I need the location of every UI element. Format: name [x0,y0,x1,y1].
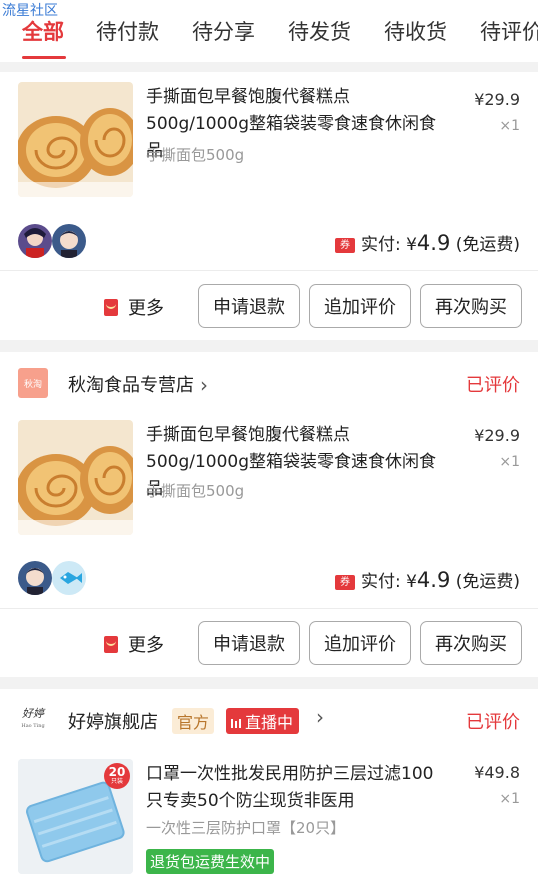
watermark: 流星社区 [2,3,58,19]
active-tab-indicator [22,56,66,59]
buy-again-button[interactable]: 再次购买 [420,284,522,328]
order-tabs: 全部 待付款 待分享 待发货 待收货 待评价 [0,0,538,62]
product-price: ¥49.8 [474,763,520,782]
more-button[interactable]: 更多 [104,294,164,320]
tab-pending-share[interactable]: 待分享 [192,16,255,46]
shop-name[interactable]: 好婷旗舰店 [68,708,158,734]
action-row: 更多 申请退款 追加评价 再次购买 [0,609,538,677]
product-quantity: ×1 [499,454,520,470]
product-quantity: ×1 [499,791,520,807]
order-status: 已评价 [466,375,520,396]
order-card: 好婷 Hao Ting 好婷旗舰店 官方 直播中 › 已评价 20 只装 口罩一次性… [0,689,538,891]
tab-pending-receipt[interactable]: 待收货 [384,16,447,46]
paid-amount: 券实付: ¥4.9 (免运费) [334,230,520,255]
shop-logo: 秋淘 [18,368,48,398]
chevron-right-icon: › [200,373,208,397]
coupon-icon: 券 [334,575,355,590]
divider [0,270,538,271]
official-badge: 官方 [172,708,215,734]
shop-logo: 好婷 Hao Ting [21,707,45,730]
red-envelope-icon [104,299,118,316]
avatar[interactable] [52,561,86,595]
add-review-button[interactable]: 追加评价 [309,284,411,328]
more-button[interactable]: 更多 [104,631,164,657]
product-price: ¥29.9 [474,90,520,109]
product-row[interactable]: 20 只装 口罩一次性批发民用防护三层过滤100只专卖50个防尘现货非医用 一次性… [0,751,538,879]
avatar[interactable] [52,224,86,258]
add-review-button[interactable]: 追加评价 [309,621,411,665]
product-image-bread[interactable] [18,420,133,535]
live-badge[interactable]: 直播中 [226,708,300,734]
tab-pending-shipment[interactable]: 待发货 [288,16,351,46]
tab-pending-payment[interactable]: 待付款 [96,16,159,46]
action-row: 更多 申请退款 追加评价 再次购买 [0,272,538,340]
refund-button[interactable]: 申请退款 [198,621,300,665]
avatar[interactable] [18,561,52,595]
tab-all[interactable]: 全部 [22,16,64,46]
red-envelope-icon [104,636,118,653]
shop-header[interactable]: 好婷 Hao Ting 好婷旗舰店 官方 直播中 › 已评价 [0,689,538,751]
payment-row: 券实付: ¥4.9 (免运费) [0,549,538,607]
product-spec: 一次性三层防护口罩【20只】 [146,819,346,837]
product-title: 口罩一次性批发民用防护三层过滤100只专卖50个防尘现货非医用 [146,764,434,811]
order-card: 秋淘 秋淘食品专营店 › 已评价 手撕面包早餐饱腹代餐糕点500g/1000g整箱… [0,352,538,677]
product-price: ¥29.9 [474,426,520,445]
product-spec: 手撕面包500g [146,482,245,500]
return-shipping-tag: 退货包运费生效中 [146,849,275,874]
product-row[interactable]: 手撕面包早餐饱腹代餐糕点500g/1000g整箱袋装零食速食休闲食品 手撕面包5… [0,72,538,200]
live-bars-icon [231,719,241,728]
order-status: 已评价 [466,712,520,733]
shop-name[interactable]: 秋淘食品专营店 › [68,371,208,397]
avatar[interactable] [18,224,52,258]
tab-pending-review[interactable]: 待评价 [480,16,538,46]
product-row[interactable]: 手撕面包早餐饱腹代餐糕点500g/1000g整箱袋装零食速食休闲食品 手撕面包5… [0,414,538,542]
product-image-bread[interactable] [18,82,133,197]
product-quantity: ×1 [499,118,520,134]
product-spec: 手撕面包500g [146,146,245,164]
refund-button[interactable]: 申请退款 [198,284,300,328]
paid-amount: 券实付: ¥4.9 (免运费) [334,567,520,592]
chevron-right-icon[interactable]: › [316,705,324,729]
count-badge: 20 只装 [104,763,130,789]
coupon-icon: 券 [334,238,355,253]
shop-header[interactable]: 秋淘 秋淘食品专营店 › 已评价 [0,352,538,414]
order-card: 手撕面包早餐饱腹代餐糕点500g/1000g整箱袋装零食速食休闲食品 手撕面包5… [0,72,538,340]
payment-row: 券实付: ¥4.9 (免运费) [0,212,538,270]
buy-again-button[interactable]: 再次购买 [420,621,522,665]
